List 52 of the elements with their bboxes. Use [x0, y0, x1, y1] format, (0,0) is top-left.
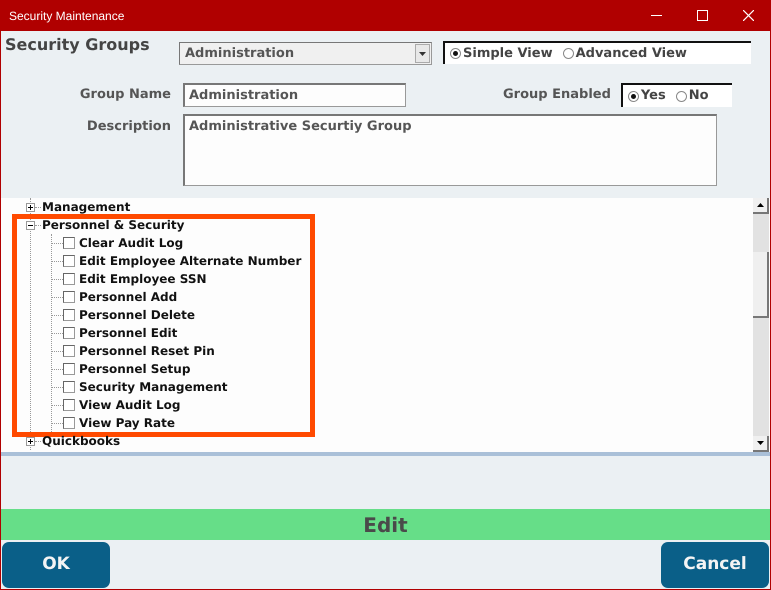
group-name-field[interactable]: Administration [183, 83, 406, 107]
radio-option[interactable]: No [676, 86, 708, 106]
tree-item[interactable]: View Pay Rate [79, 414, 176, 432]
radio-option[interactable]: Simple View [450, 44, 553, 64]
plus-icon [28, 438, 33, 444]
plus-icon [28, 204, 33, 210]
tree-item[interactable]: Personnel Add [79, 288, 178, 306]
close-icon [742, 10, 754, 21]
field-label: Group Name [78, 86, 171, 104]
minus-icon [28, 224, 33, 226]
tree-item[interactable]: Personnel Delete [79, 306, 195, 324]
checkbox[interactable] [63, 237, 75, 249]
tree-item[interactable]: Security Management [79, 378, 228, 396]
checkbox[interactable] [63, 309, 75, 321]
scroll-up-icon[interactable] [756, 203, 764, 207]
radio-option[interactable]: Yes [628, 86, 666, 106]
group-dropdown[interactable]: Administration [179, 42, 432, 65]
maximize-icon [696, 10, 708, 21]
checkbox[interactable] [63, 381, 75, 393]
tree-item[interactable]: Personnel Setup [79, 360, 190, 378]
window-title: Security Maintenance [8, 8, 126, 24]
tree-item[interactable]: Edit Employee Alternate Number [79, 252, 302, 270]
page-heading: Security Groups [4, 34, 151, 56]
minimize-icon [650, 15, 662, 16]
description-field[interactable]: Administrative Securtiy Group [183, 114, 717, 186]
tree-node[interactable]: Management [42, 198, 130, 216]
scroll-down-icon[interactable] [756, 441, 764, 445]
caret-icon [419, 52, 426, 56]
cancel-button[interactable]: Cancel [661, 542, 769, 588]
checkbox[interactable] [63, 273, 75, 285]
tree-item[interactable]: Clear Audit Log [79, 234, 184, 252]
tree-node[interactable]: Personnel & Security [42, 216, 184, 234]
checkbox[interactable] [63, 327, 75, 339]
expander-toggle[interactable] [26, 202, 35, 212]
checkbox[interactable] [63, 291, 75, 303]
checkbox[interactable] [63, 363, 75, 375]
tree-item[interactable]: Personnel Edit [79, 324, 178, 342]
checkbox[interactable] [63, 399, 75, 411]
field-label: Group Enabled [503, 86, 611, 104]
checkbox[interactable] [63, 417, 75, 429]
checkbox[interactable] [63, 255, 75, 267]
expander-toggle[interactable] [26, 220, 35, 230]
checkbox[interactable] [63, 345, 75, 357]
tree-node[interactable]: Quickbooks [42, 432, 120, 450]
tree-item[interactable]: Personnel Reset Pin [79, 342, 215, 360]
scrollbar[interactable] [753, 198, 769, 452]
ok-button[interactable]: OK [2, 542, 110, 588]
tree-item[interactable]: Edit Employee SSN [79, 270, 207, 288]
field-label: Description [86, 118, 171, 136]
tree-item[interactable]: View Audit Log [79, 396, 181, 414]
radio-option[interactable]: Advanced View [562, 44, 687, 64]
mode-banner: Edit [1, 509, 770, 540]
